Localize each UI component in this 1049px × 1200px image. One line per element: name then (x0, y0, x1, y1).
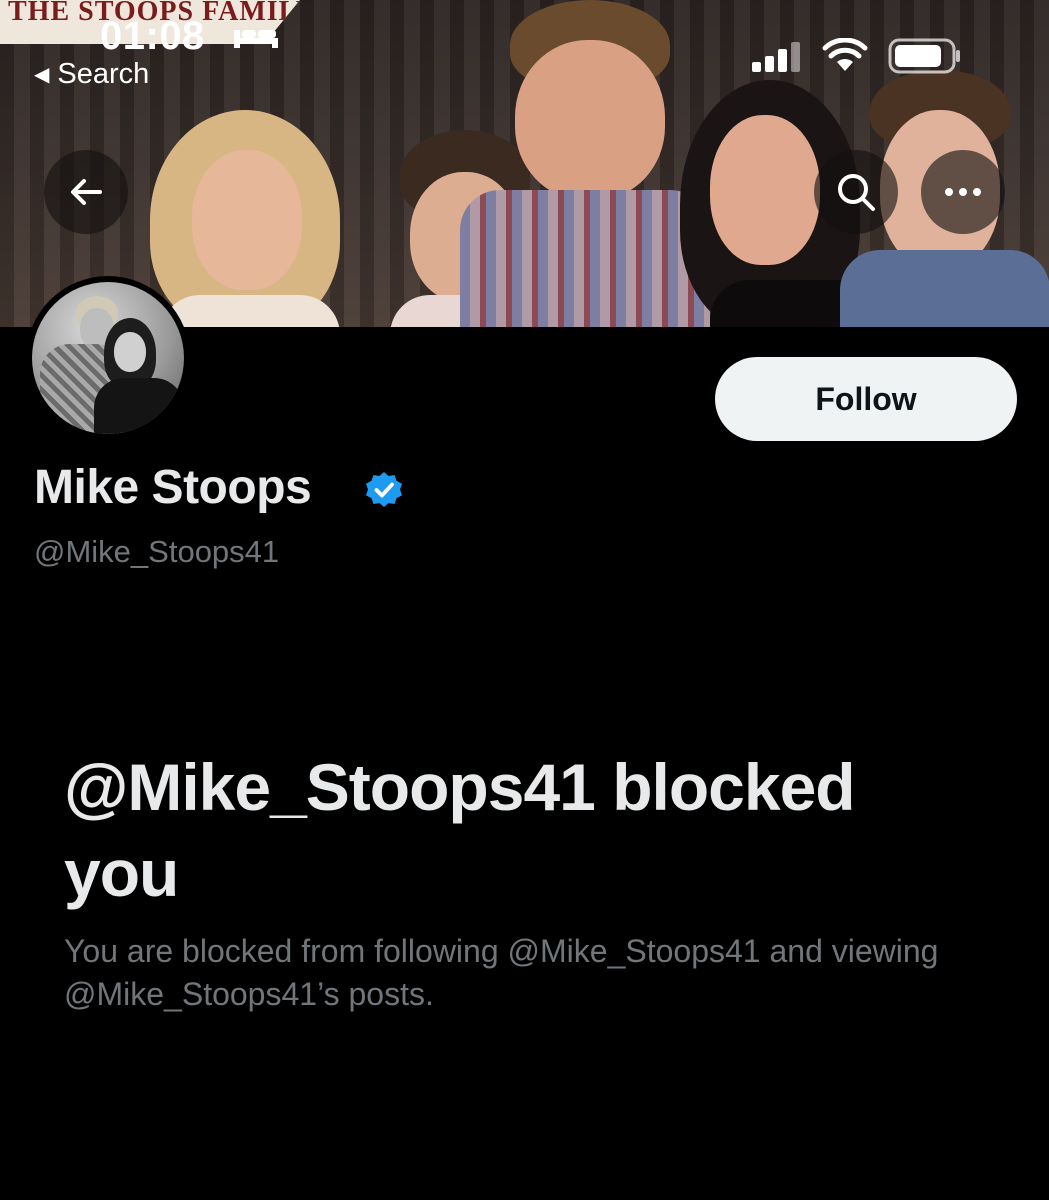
banner-person (460, 0, 710, 327)
more-horizontal-icon (945, 188, 981, 196)
verified-badge-icon[interactable] (364, 470, 404, 510)
profile-handle: @Mike_Stoops41 (34, 534, 280, 569)
back-to-search-link[interactable]: ◀ Search (34, 58, 149, 91)
profile-banner[interactable]: THE STOOPS FAMILY 01:08 ◀ Search (0, 0, 1049, 327)
back-triangle-icon: ◀ (34, 64, 50, 86)
battery-icon (888, 38, 960, 74)
back-to-search-label: Search (57, 58, 150, 90)
avatar-photo (32, 282, 184, 434)
follow-button[interactable]: Follow (715, 357, 1017, 441)
sleep-focus-icon (234, 30, 278, 48)
blocked-description: You are blocked from following @Mike_Sto… (64, 933, 939, 1012)
profile-display-name: Mike Stoops (34, 461, 312, 514)
banner-person (150, 110, 350, 327)
profile-screen: THE STOOPS FAMILY 01:08 ◀ Search Follow … (0, 0, 1049, 1200)
blocked-title: @Mike_Stoops41 blocked you (64, 750, 856, 910)
arrow-left-icon (71, 179, 102, 205)
more-options-button[interactable] (921, 150, 1005, 234)
search-button[interactable] (814, 150, 898, 234)
cellular-signal-icon (752, 42, 800, 72)
wifi-icon (822, 38, 868, 71)
status-time: 01:08 (100, 14, 205, 58)
back-button[interactable] (44, 150, 128, 234)
profile-avatar[interactable] (26, 276, 190, 440)
search-icon (838, 174, 875, 211)
